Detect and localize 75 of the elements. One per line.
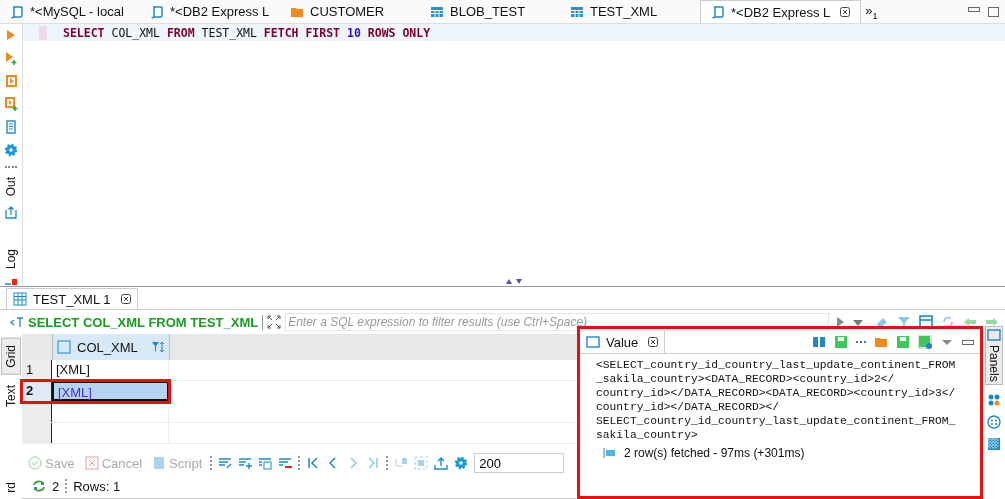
- more-tabs-button[interactable]: »$_{1}$: [865, 2, 878, 21]
- settings-icon[interactable]: [454, 456, 469, 470]
- filter-input[interactable]: Enter a SQL expression to filter results (use Ctrl+Space): [285, 313, 829, 331]
- row-number: 1: [22, 360, 52, 380]
- close-icon[interactable]: [120, 294, 131, 304]
- edit-row-icon[interactable]: [218, 456, 233, 470]
- fetch-size-field[interactable]: 200: [474, 453, 565, 473]
- export-icon[interactable]: [4, 205, 18, 220]
- table-icon: [570, 4, 584, 19]
- save-icon[interactable]: [834, 335, 848, 349]
- panel-icon: [586, 335, 600, 349]
- editor-tab[interactable]: *<DB2 Express L: [140, 0, 280, 23]
- script-icon: [150, 4, 164, 19]
- add-row-icon[interactable]: [238, 456, 253, 470]
- table-cell[interactable]: [XML]: [52, 381, 169, 401]
- layout-icon[interactable]: [919, 315, 933, 329]
- xml-icon: [57, 340, 71, 354]
- view-tab[interactable]: Grid: [1, 338, 21, 375]
- script-icon: [10, 4, 24, 19]
- fetch-icon: [602, 446, 616, 460]
- minimize-icon[interactable]: [962, 339, 974, 345]
- eraser-icon[interactable]: [875, 315, 889, 329]
- editor-tab[interactable]: TEST_XML: [560, 0, 700, 23]
- editor-tab[interactable]: *<DB2 Express L: [700, 0, 862, 23]
- refresh-icon[interactable]: [941, 315, 955, 329]
- refresh-count: 2: [52, 478, 60, 494]
- upload-icon[interactable]: [434, 456, 449, 470]
- expand-icon[interactable]: [267, 315, 282, 329]
- xml-value-text: <SELECT_country_id_country_last_update_continent_FROM _sakila_country><DATA_RECORD><country_id>2</ country_id></DATA_RECORD><DATA_RECORD><country_id>3</ country_id></DATA_RECORD></ SELECT_country_id_country_last_update_continent_FROM_ sakila_country>: [595, 358, 957, 442]
- back-arrow-icon[interactable]: [963, 315, 977, 329]
- divider-dots: [5, 166, 17, 168]
- run-script-new-icon[interactable]: [4, 97, 18, 111]
- cancel-icon: [84, 456, 99, 470]
- log-icon[interactable]: [4, 278, 18, 286]
- checker-icon[interactable]: [987, 436, 1001, 451]
- folder-icon[interactable]: [874, 335, 888, 349]
- table-cell[interactable]: [XML]: [52, 360, 169, 380]
- auto-save-icon[interactable]: [918, 335, 932, 349]
- column-header[interactable]: COL_XML: [53, 334, 170, 360]
- editor-tab[interactable]: BLOB_TEST: [420, 0, 560, 23]
- run-new-tab-icon[interactable]: [4, 51, 18, 65]
- first-page-icon[interactable]: [306, 456, 321, 470]
- sql-query-line: SELECT COL_XML FROM TEST_XML FETCH FIRST 10 ROWS ONLY: [63, 25, 431, 40]
- grid-icon: [13, 292, 27, 306]
- filter-icon[interactable]: [897, 315, 911, 329]
- explain-plan-icon[interactable]: [4, 120, 18, 134]
- settings-icon[interactable]: [4, 143, 18, 157]
- copy-row-icon[interactable]: [258, 456, 273, 470]
- sort-filter-icon[interactable]: [151, 340, 165, 354]
- refresh-icon[interactable]: [32, 479, 46, 493]
- script-icon: [152, 456, 167, 470]
- editor-tab[interactable]: *<MySQL - local: [0, 0, 140, 23]
- panel-icon: [987, 329, 1001, 343]
- table-icon: [430, 4, 444, 19]
- delete-row-icon[interactable]: [278, 456, 293, 470]
- filter-query: SELECT COL_XML FROM TEST_XML: [28, 314, 264, 330]
- log-panel-tab[interactable]: Log: [4, 248, 18, 269]
- script-icon: [711, 5, 725, 19]
- maximize-icon[interactable]: [988, 6, 999, 17]
- minimize-icon[interactable]: [968, 6, 980, 12]
- close-icon[interactable]: [840, 7, 851, 17]
- split-arrows-icon[interactable]: [504, 278, 524, 284]
- save-icon[interactable]: [896, 335, 910, 349]
- fetch-status: 2 row(s) fetched - 97ms (+301ms): [624, 446, 805, 460]
- editor-tab[interactable]: CUSTOMER: [280, 0, 420, 23]
- panels-tab[interactable]: Panels: [985, 326, 1003, 385]
- value-tab[interactable]: Value: [580, 331, 666, 353]
- results-tab[interactable]: TEST_XML 1: [6, 288, 138, 309]
- run-script-icon[interactable]: [4, 74, 18, 88]
- sql-text-icon: [10, 315, 24, 329]
- output-panel-tab[interactable]: Out: [4, 177, 18, 197]
- row-number: 2: [22, 381, 52, 401]
- check-icon: [28, 456, 42, 470]
- row-count: Rows: 1: [73, 478, 121, 494]
- close-icon[interactable]: [648, 337, 659, 347]
